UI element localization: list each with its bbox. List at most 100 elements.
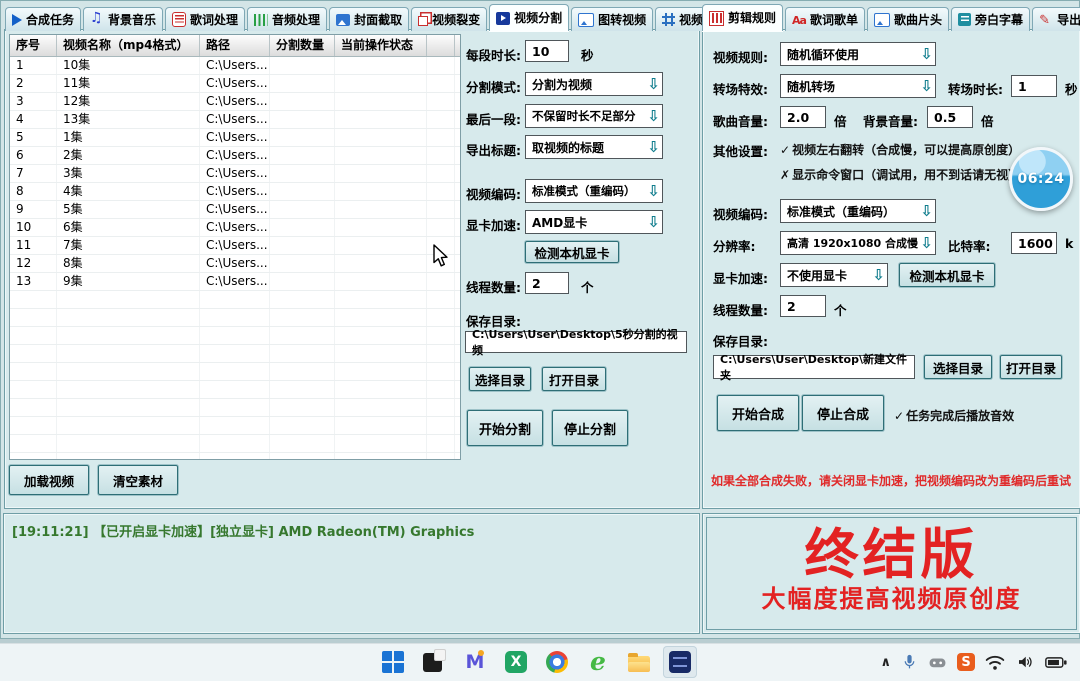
open-dir-button[interactable]: 打开目录 [542,367,606,391]
song-volume-input[interactable]: 2.0 [780,106,826,128]
table-row[interactable]: 51集C:\Users... [10,129,460,147]
table-row[interactable]: 73集C:\Users... [10,165,460,183]
battery-tray-button[interactable] [1040,646,1072,678]
tab-封面截取[interactable]: 封面截取 [329,7,409,31]
table-row[interactable]: 84集C:\Users... [10,183,460,201]
stop-split-button[interactable]: 停止分割 [552,410,628,446]
rule-save-dir-input[interactable]: C:\Users\User\Desktop\新建文件夹 [713,355,915,379]
video-list-table[interactable]: 序号视频名称（mp4格式）路径分割数量当前操作状态 110集C:\Users..… [9,34,461,460]
tab-旁白字幕[interactable]: 旁白字幕 [951,7,1030,31]
export-title-select[interactable]: 取视频的标题 ⇩ [525,135,663,159]
flip-video-option[interactable]: ✓视频左右翻转（合成慢，可以提高原创度） [780,141,1020,158]
table-row[interactable]: 413集C:\Users... [10,111,460,129]
column-header[interactable]: 路径 [200,35,270,56]
checkmark-icon: ✓ [894,409,904,423]
table-row[interactable]: 117集C:\Users... [10,237,460,255]
start-split-button[interactable]: 开始分割 [467,410,543,446]
tab-label: 封面截取 [354,14,402,26]
cross-icon: ✗ [780,168,790,182]
threads-input[interactable]: 2 [525,272,569,294]
choose-dir-button[interactable]: 选择目录 [469,367,531,391]
detect-gpu-button[interactable]: 检测本机显卡 [525,241,619,263]
split-mode-select[interactable]: 分割为视频 ⇩ [525,72,663,96]
volume-tray-button[interactable] [1010,646,1040,678]
column-header[interactable]: 分割数量 [270,35,335,56]
tab-背景音乐[interactable]: 背景音乐 [83,7,163,31]
cell-count [270,165,335,182]
table-row[interactable]: 106集C:\Users... [10,219,460,237]
gpu-select[interactable]: AMD显卡 ⇩ [525,210,663,234]
rule-detect-gpu-button[interactable]: 检测本机显卡 [899,263,995,287]
gpu-value: AMD显卡 [532,214,647,231]
rule-threads-input[interactable]: 2 [780,295,826,317]
encode-select[interactable]: 标准模式（重编码） ⇩ [525,179,663,203]
start-compose-button[interactable]: 开始合成 [717,395,799,431]
table-row[interactable]: 139集C:\Users... [10,273,460,291]
empty-row [10,327,460,345]
rule-choose-dir-button[interactable]: 选择目录 [924,355,992,379]
column-header[interactable] [427,35,455,56]
table-row[interactable]: 128集C:\Users... [10,255,460,273]
tab-导出标题[interactable]: 导出标题 [1032,7,1080,31]
chevron-down-icon: ⇩ [872,268,885,283]
rule-encode-select[interactable]: 标准模式（重编码） ⇩ [780,199,936,223]
tab-图转视频[interactable]: 图转视频 [571,7,653,31]
tab-歌词歌单[interactable]: 歌词歌单 [785,7,865,31]
show-cmd-option[interactable]: ✗显示命令窗口（调试用，用不到话请无视） [780,166,1020,183]
tab-音频处理[interactable]: 音频处理 [247,7,327,31]
column-header[interactable]: 当前操作状态 [335,35,427,56]
tab-视频分割[interactable]: 视频分割 [489,4,569,31]
video-rule-select[interactable]: 随机循环使用 ⇩ [780,42,936,66]
table-row[interactable]: 95集C:\Users... [10,201,460,219]
table-row[interactable]: 110集C:\Users... [10,57,460,75]
cell-extra [427,147,455,164]
rule-open-dir-button[interactable]: 打开目录 [1000,355,1062,379]
file-explorer-button[interactable] [622,646,656,678]
tab-剪辑规则[interactable]: 剪辑规则 [702,4,783,31]
log-panel[interactable]: [19:11:21] 【已开启显卡加速】[独立显卡] AMD Radeon(TM… [3,513,700,634]
video-rule-label: 视频规则: [713,47,768,66]
stop-compose-button[interactable]: 停止合成 [802,395,884,431]
transition-select[interactable]: 随机转场 ⇩ [780,74,936,98]
chrome-button[interactable] [540,646,574,678]
tab-歌曲片头[interactable]: 歌曲片头 [867,7,949,31]
last-segment-select[interactable]: 不保留时长不足部分 ⇩ [525,104,663,128]
clock-widget[interactable]: 06:24 [1009,147,1073,211]
clear-material-button[interactable]: 清空素材 [98,465,178,495]
rule-gpu-select[interactable]: 不使用显卡 ⇩ [780,263,888,287]
cell-empty [335,435,427,452]
transition-duration-input[interactable]: 1 [1011,75,1057,97]
table-row[interactable]: 62集C:\Users... [10,147,460,165]
video-app-button[interactable] [663,646,697,678]
segment-duration-input[interactable]: 10 [525,40,569,62]
sogou-tray-button[interactable] [952,646,980,678]
tab-视频裂变[interactable]: 视频裂变 [411,7,487,31]
microphone-tray-button[interactable] [896,646,923,678]
cell-empty [335,309,427,326]
ie-button[interactable] [581,646,615,678]
resolution-select[interactable]: 高清 1920x1080 合成慢 ⇩ [780,231,936,255]
column-header[interactable]: 序号 [10,35,57,56]
task-view-button[interactable] [417,646,451,678]
cell-empty [200,417,270,434]
cell-name: 13集 [57,111,200,128]
cell-name: 10集 [57,57,200,74]
bg-volume-input[interactable]: 0.5 [927,106,973,128]
wifi-tray-button[interactable] [980,646,1010,678]
windows-start-button[interactable] [376,646,410,678]
controller-tray-button[interactable] [923,646,952,678]
empty-row [10,381,460,399]
column-header[interactable]: 视频名称（mp4格式） [57,35,200,56]
brand-inner: 终结版 大幅度提高视频原创度 [706,517,1077,630]
m-app-button[interactable] [458,646,492,678]
table-row[interactable]: 312集C:\Users... [10,93,460,111]
table-row[interactable]: 211集C:\Users... [10,75,460,93]
tray-expand-button[interactable]: ∧ [875,646,896,678]
play-sound-option[interactable]: ✓任务完成后播放音效 [894,407,1014,424]
bitrate-input[interactable]: 1600 [1011,232,1057,254]
tab-合成任务[interactable]: 合成任务 [5,7,81,31]
save-dir-input[interactable]: C:\Users\User\Desktop\5秒分割的视频 [465,331,687,353]
tab-歌词处理[interactable]: 歌词处理 [165,7,245,31]
load-video-button[interactable]: 加载视频 [9,465,89,495]
wps-button[interactable] [499,646,533,678]
